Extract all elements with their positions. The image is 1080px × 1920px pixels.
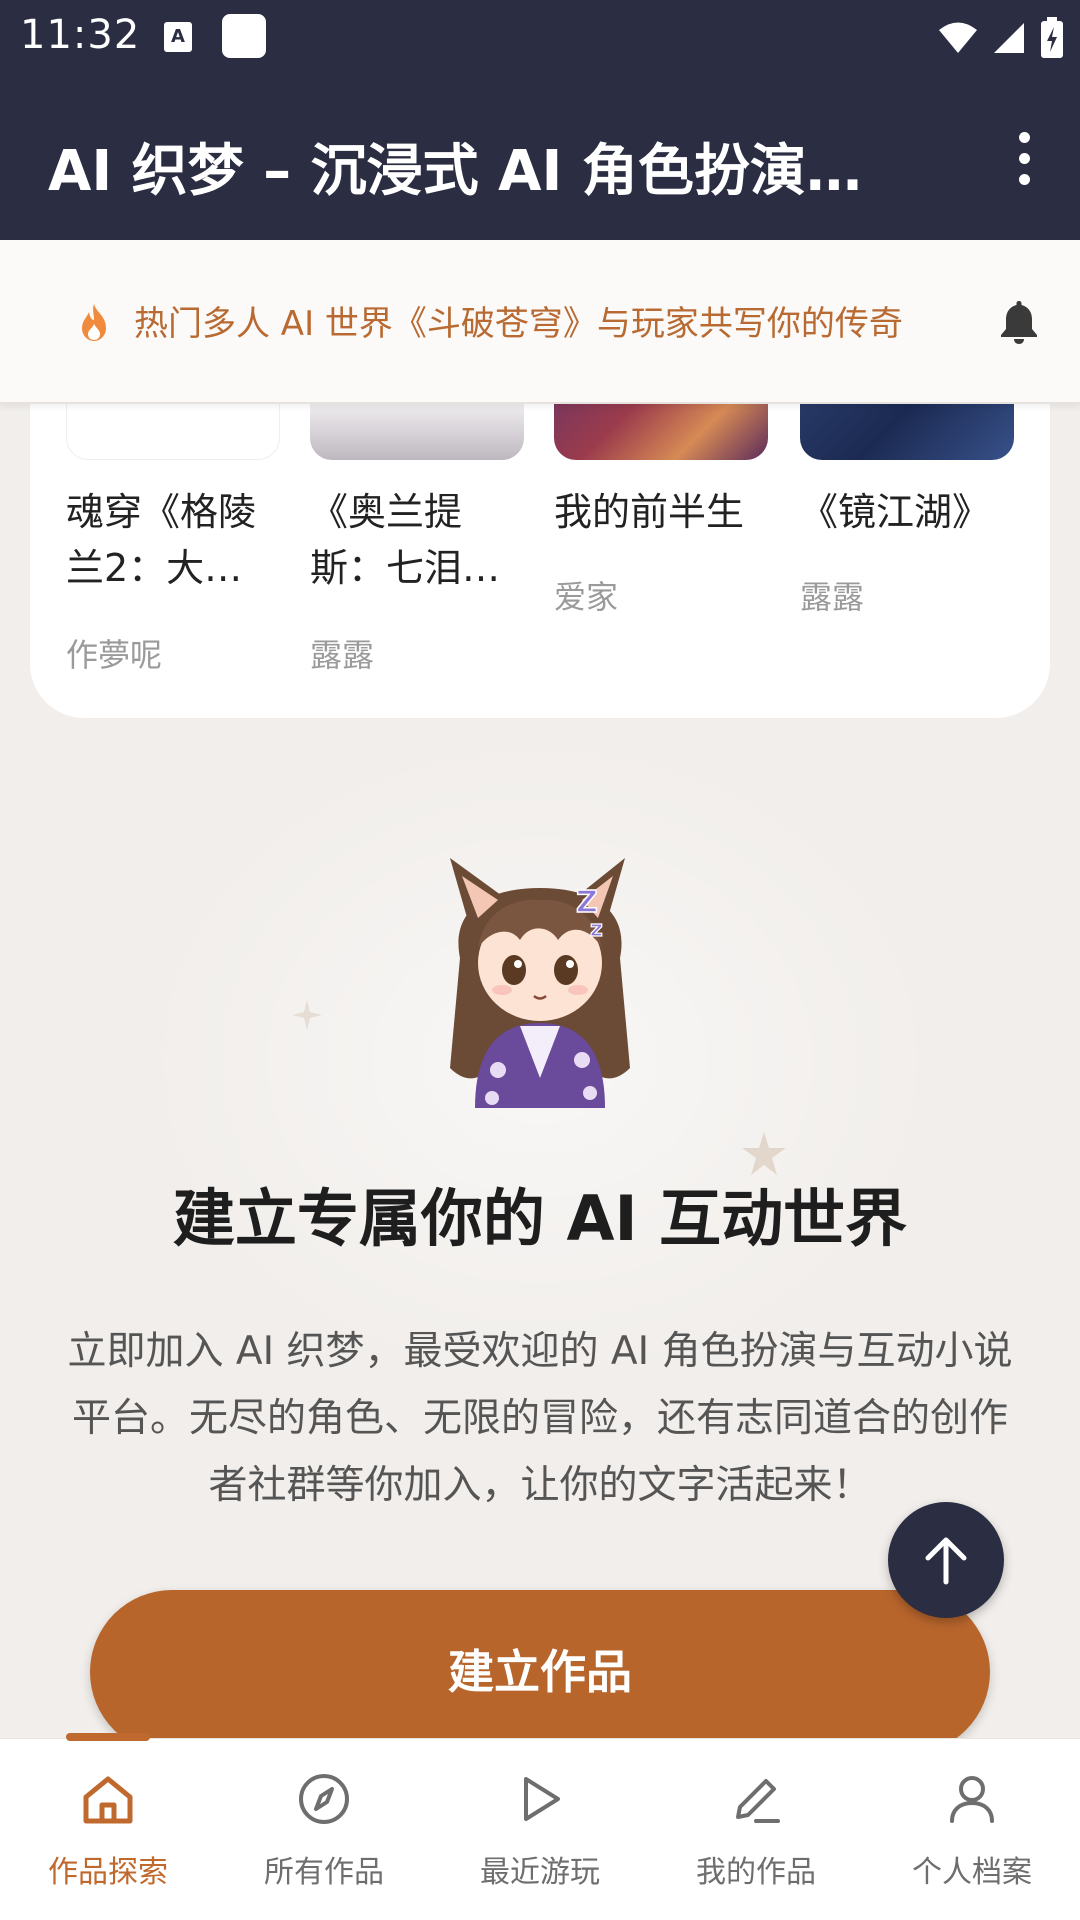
nav-label: 最近游玩 <box>480 1855 600 1890</box>
notification-square-icon <box>222 14 266 58</box>
pen-icon <box>736 1779 780 1823</box>
work-author: 露露 <box>310 636 375 674</box>
announcement-text: 热门多人 AI 世界《斗破苍穹》与玩家共写你的传奇 <box>134 304 903 344</box>
scroll-to-top-button[interactable] <box>888 1502 1004 1618</box>
home-icon <box>83 1776 133 1824</box>
signal-icon <box>994 23 1024 53</box>
nav-label: 我的作品 <box>696 1855 816 1890</box>
status-bar: 11:32 A <box>0 0 1080 76</box>
works-carousel-card: 魂穿《格陵兰2：大… 作夢呢 《奥兰提斯：七泪… 露露 我的前半生 爱家 《镜江… <box>30 360 1050 718</box>
work-author: 作夢呢 <box>66 636 163 674</box>
nav-label: 所有作品 <box>264 1855 384 1890</box>
arrow-up-icon <box>925 1537 967 1585</box>
status-time: 11:32 <box>20 12 141 58</box>
announcement-banner[interactable]: 热门多人 AI 世界《斗破苍穹》与玩家共写你的传奇 <box>0 240 1080 404</box>
more-options-button[interactable] <box>994 128 1054 188</box>
more-dot <box>1018 173 1030 185</box>
svg-text:z: z <box>590 917 603 942</box>
nav-item-explore[interactable]: 作品探索 <box>0 1739 216 1920</box>
more-vertical-icon <box>1018 131 1030 143</box>
work-title: 《镜江湖》 <box>800 490 991 534</box>
sparkle-icon <box>292 1000 322 1030</box>
fire-icon <box>82 304 106 341</box>
compass-icon <box>299 1774 349 1824</box>
work-title: 魂穿《格陵兰2：大… <box>66 490 257 590</box>
keyboard-a-icon: A <box>164 22 192 52</box>
mascot-illustration: Z z <box>450 858 630 1108</box>
app-bar: AI 织梦 – 沉浸式 AI 角色扮演… <box>0 76 1080 240</box>
nav-item-recent[interactable]: 最近游玩 <box>432 1739 648 1920</box>
nav-label: 个人档案 <box>912 1855 1032 1890</box>
nav-item-profile[interactable]: 个人档案 <box>864 1739 1080 1920</box>
nav-label: 作品探索 <box>48 1855 168 1890</box>
person-icon <box>950 1776 994 1823</box>
work-author: 爱家 <box>554 578 619 616</box>
play-icon <box>524 1777 560 1821</box>
work-title: 我的前半生 <box>554 490 745 534</box>
nav-item-all-works[interactable]: 所有作品 <box>216 1739 432 1920</box>
bottom-navigation: 作品探索 所有作品 最近游玩 我的作品 个人档案 <box>0 1733 1080 1920</box>
status-icons <box>938 14 1064 62</box>
create-work-button[interactable]: 建立作品 <box>90 1590 990 1754</box>
hero-title: 建立专属你的 AI 互动世界 <box>172 1182 908 1255</box>
work-author: 露露 <box>800 578 865 616</box>
work-title: 《奥兰提斯：七泪… <box>310 490 501 590</box>
page-title: AI 织梦 – 沉浸式 AI 角色扮演… <box>48 139 862 204</box>
more-dot <box>1018 152 1030 164</box>
hero-description: 立即加入 AI 织梦，最受欢迎的 AI 角色扮演与互动小说平台。无尽的角色、无限… <box>67 1329 1013 1508</box>
mascot-sleep-text: Z <box>576 885 598 920</box>
wifi-icon <box>939 22 977 53</box>
battery-icon <box>1041 17 1063 58</box>
nav-item-my-works[interactable]: 我的作品 <box>648 1739 864 1920</box>
bell-icon[interactable] <box>996 298 1042 346</box>
